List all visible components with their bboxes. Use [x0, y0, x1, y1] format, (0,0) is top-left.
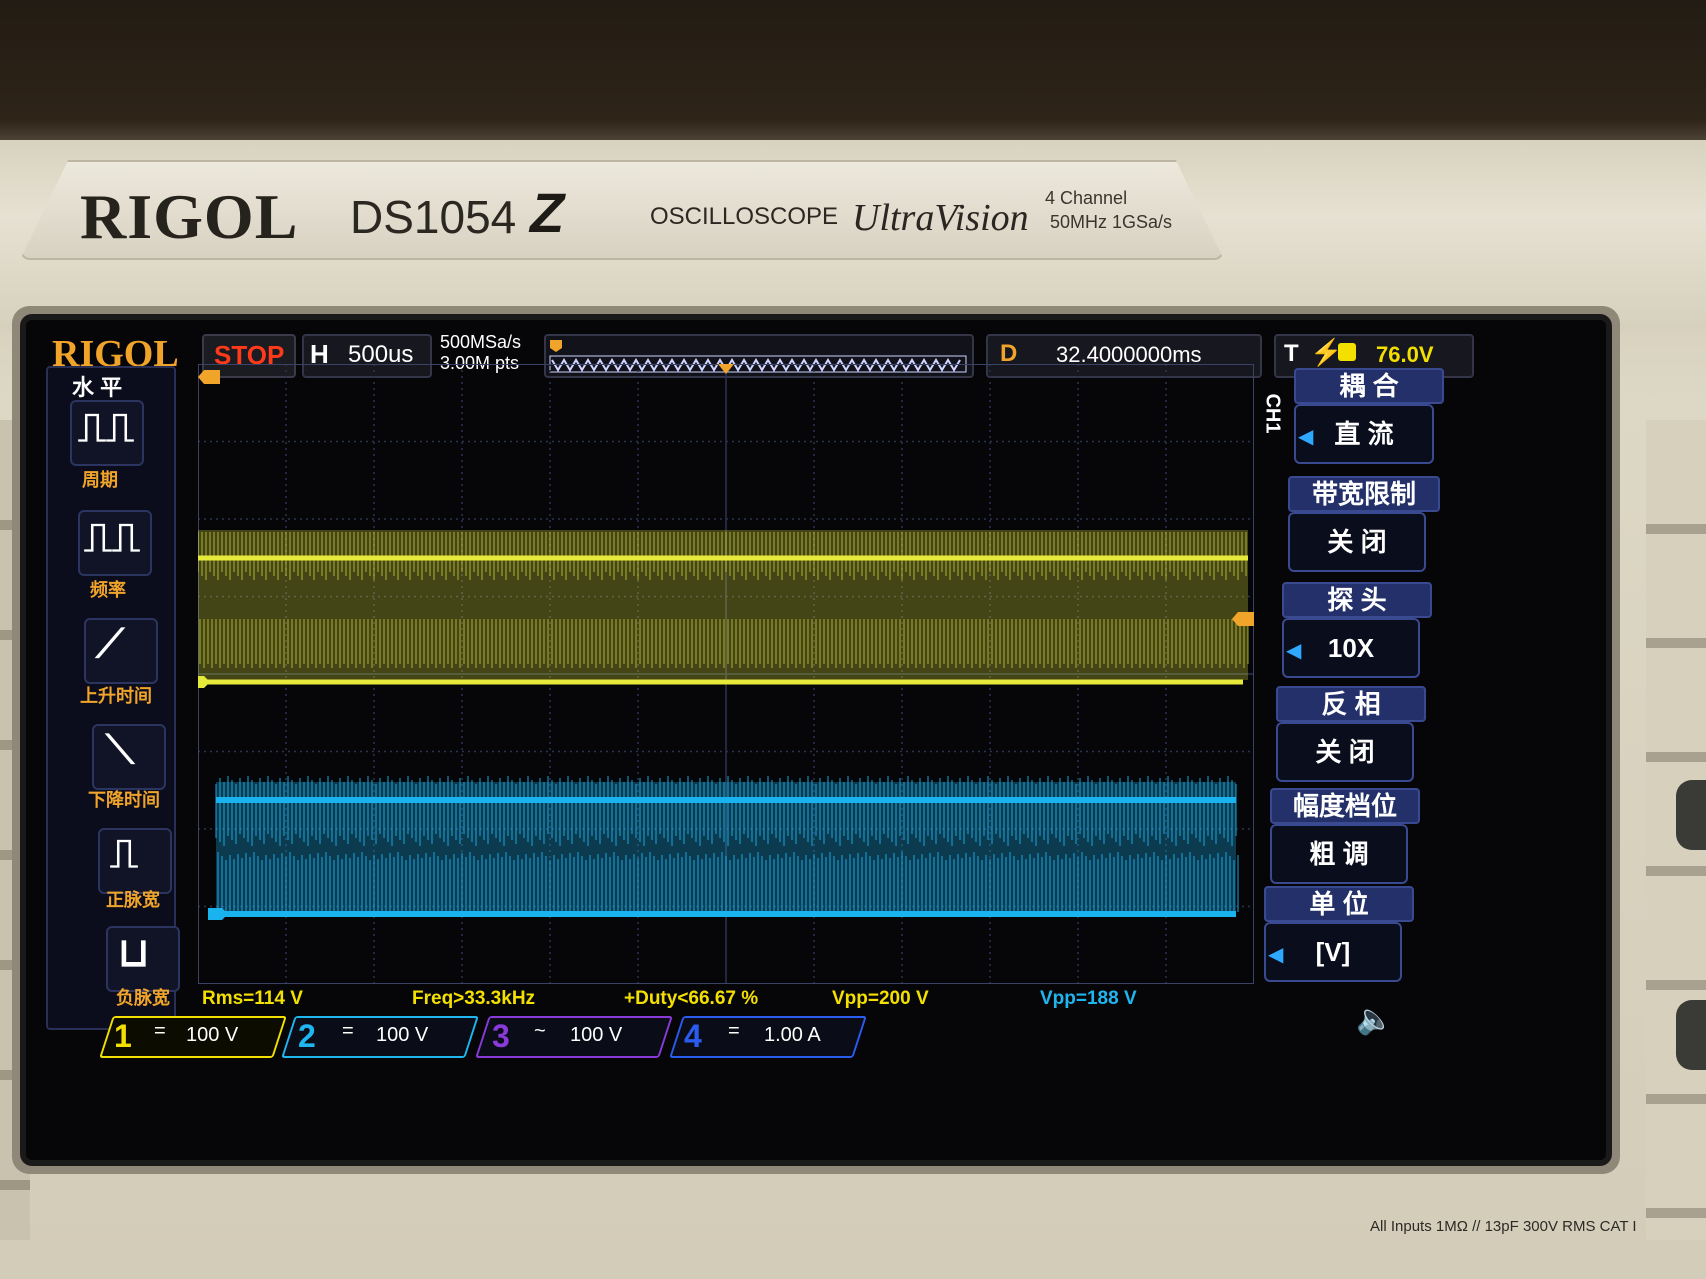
channels-spec: 4 Channel [1045, 188, 1128, 208]
trigger-level: 76.0V [1376, 342, 1434, 367]
measure-label: 下降时间 [88, 790, 160, 810]
menu-bandwidth-button[interactable]: 关 闭 [1288, 512, 1426, 572]
waveform-display [190, 363, 1255, 985]
measure-label: 周期 [82, 470, 118, 490]
channel-2-scale: 100 V [376, 1024, 429, 1046]
measurement-freq: Freq>33.3kHz [412, 988, 536, 1009]
channel-2-number: 2 [298, 1018, 316, 1054]
brand-logo: RIGOL [80, 181, 299, 252]
bandwidth-spec: 50MHz 1GSa/s [1050, 212, 1173, 232]
menu-probe-button[interactable]: 10X [1282, 618, 1420, 678]
negative-width-icon: ⊔ [118, 931, 150, 975]
series-logo: UltraVision [852, 197, 1029, 239]
channel-1-coupling: = [154, 1020, 166, 1042]
period-icon: ⎍⎍ [78, 406, 134, 450]
channel-4-number: 4 [684, 1018, 702, 1054]
menu-arrow-icon: ◀ [1268, 944, 1284, 966]
channel-4-coupling: = [728, 1020, 740, 1042]
menu-invert-title: 反 相 [1276, 686, 1426, 722]
measure-panel-title: 水 平 [72, 375, 123, 400]
menu-vscale-button[interactable]: 粗 调 [1270, 824, 1408, 884]
measurement-vpp-ch2: Vpp=188 V [1040, 988, 1137, 1009]
frequency-icon: ⎍⎍ [84, 516, 140, 560]
trigger-position-marker [718, 364, 734, 374]
menu-vscale-title: 幅度档位 [1270, 788, 1420, 824]
channel-3-scale: 100 V [570, 1024, 623, 1046]
model-suffix: Z [530, 181, 565, 244]
measurement-vpp-ch1: Vpp=200 V [832, 988, 929, 1009]
measure-label: 上升时间 [80, 686, 152, 706]
menu-probe-title: 探 头 [1282, 582, 1432, 618]
menu-unit-button[interactable]: [V] [1264, 922, 1402, 982]
channel-2-coupling: = [342, 1020, 354, 1042]
knob[interactable] [1676, 1000, 1706, 1070]
menu-arrow-icon: ◀ [1298, 426, 1314, 448]
channel-3-coupling: ~ [534, 1020, 546, 1042]
menu-invert-button[interactable]: 关 闭 [1276, 722, 1414, 782]
menu-coupling-title: 耦 合 [1294, 368, 1444, 404]
oscilloscope-screen: RIGOL STOP H 500us 500MSa/s 3.00M pts D … [26, 320, 1606, 1160]
channel-3-number: 3 [492, 1018, 510, 1054]
measurement-duty: +Duty<66.67 % [624, 988, 759, 1009]
channel-4-scale: 1.00 A [764, 1024, 821, 1046]
trigger-label: T [1284, 340, 1299, 367]
menu-unit-title: 单 位 [1264, 886, 1414, 922]
buffer-start-marker [198, 370, 220, 384]
menu-coupling-button[interactable]: 直 流 [1294, 404, 1434, 464]
channel-1-scale: 100 V [186, 1024, 239, 1046]
measurement-rms: Rms=114 V [202, 988, 303, 1009]
knob[interactable] [1676, 780, 1706, 850]
menu-bandwidth-title: 带宽限制 [1288, 476, 1440, 512]
measure-label: 频率 [90, 580, 126, 600]
input-rating-label: All Inputs 1MΩ // 13pF 300V RMS CAT I [1370, 1218, 1637, 1235]
speaker-icon[interactable]: 🔈 [1356, 1002, 1393, 1037]
measure-label: 负脉宽 [116, 988, 170, 1008]
channel-1-number: 1 [114, 1018, 132, 1054]
menu-channel-label: CH1 [1261, 393, 1284, 434]
menu-arrow-icon: ◀ [1286, 640, 1302, 662]
trigger-source-icon [1338, 343, 1356, 361]
device-type: OSCILLOSCOPE [650, 203, 839, 230]
waveform-grid [190, 363, 1255, 985]
fall-time-icon: ⟍ [106, 728, 134, 772]
rise-time-icon: ⟋ [96, 622, 124, 666]
positive-width-icon: ⎍ [110, 832, 138, 876]
model-number: DS1054 [350, 191, 517, 243]
sample-rate: 500MSa/s [440, 332, 522, 352]
measure-label: 正脉宽 [106, 890, 160, 910]
